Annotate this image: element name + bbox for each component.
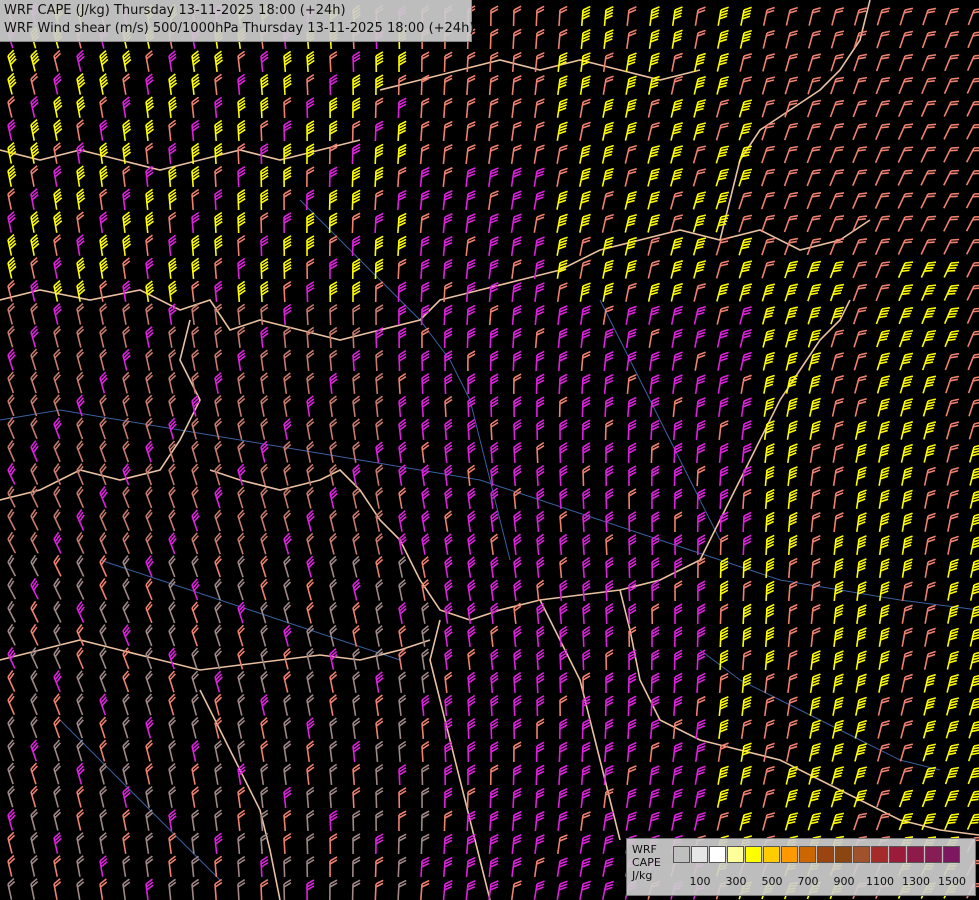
legend-swatch <box>817 846 834 863</box>
cape-legend: WRF CAPE J/kg 100 300 500 700 900 1100 1300 150… <box>626 838 976 896</box>
legend-tick-label: 1100 <box>866 875 894 888</box>
legend-swatch <box>709 846 726 863</box>
legend-swatch <box>889 846 906 863</box>
legend-swatch <box>673 846 690 863</box>
legend-title-variable: CAPE <box>632 856 661 869</box>
legend-swatch <box>745 846 762 863</box>
legend-tick-label: 900 <box>833 875 855 888</box>
legend-color-scale <box>673 846 961 863</box>
legend-title-model: WRF <box>632 843 657 856</box>
map-title-box: WRF CAPE (J/kg) Thursday 13-11-2025 18:0… <box>0 0 475 42</box>
legend-swatch <box>691 846 708 863</box>
legend-swatch <box>925 846 942 863</box>
legend-swatch <box>871 846 888 863</box>
legend-swatch <box>799 846 816 863</box>
wind-shear-title: WRF Wind shear (m/s) 500/1000hPa Thursda… <box>4 21 475 36</box>
legend-tick-label: 500 <box>761 875 783 888</box>
legend-tick-labels: 100 300 500 700 900 1100 1300 1500 <box>673 875 973 889</box>
legend-swatch <box>835 846 852 863</box>
legend-tick-label: 300 <box>725 875 747 888</box>
legend-swatch <box>853 846 870 863</box>
wind-shear-map-canvas <box>0 0 979 900</box>
legend-tick-label: 100 <box>689 875 711 888</box>
legend-swatch <box>763 846 780 863</box>
legend-tick-label: 1300 <box>902 875 930 888</box>
legend-swatch <box>781 846 798 863</box>
legend-swatch <box>907 846 924 863</box>
legend-swatch <box>727 846 744 863</box>
cape-title: WRF CAPE (J/kg) Thursday 13-11-2025 18:0… <box>4 3 346 18</box>
legend-swatch <box>943 846 960 863</box>
legend-title: WRF CAPE J/kg <box>632 843 661 882</box>
legend-tick-label: 700 <box>797 875 819 888</box>
legend-title-unit: J/kg <box>632 869 653 882</box>
weather-map: WRF CAPE (J/kg) Thursday 13-11-2025 18:0… <box>0 0 979 900</box>
legend-tick-label: 1500 <box>938 875 966 888</box>
